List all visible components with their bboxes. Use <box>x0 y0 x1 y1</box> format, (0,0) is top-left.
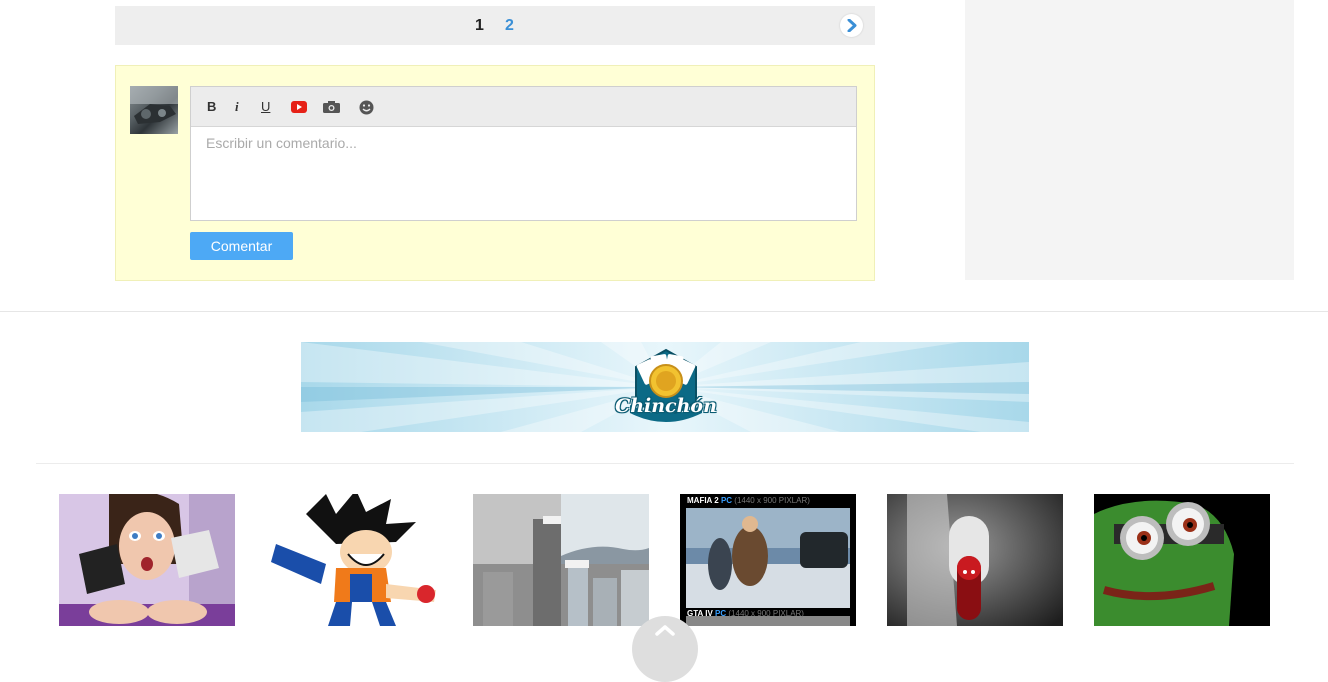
chinchon-logo-text: Chinchón <box>615 395 717 417</box>
chinchon-logo: Chinchón <box>614 347 718 429</box>
next-page-button[interactable] <box>840 14 863 37</box>
mafia-label: MAFIA 2 PC (1440 x 900 PIXLAR) <box>687 496 810 505</box>
chevron-right-icon <box>847 19 857 32</box>
italic-button[interactable]: i <box>235 99 239 115</box>
submit-comment-button[interactable]: Comentar <box>190 232 293 260</box>
page-1-current: 1 <box>475 17 484 34</box>
chevron-up-icon <box>655 625 675 636</box>
scroll-to-top-button[interactable] <box>632 616 698 682</box>
bold-button[interactable]: B <box>207 99 216 114</box>
user-avatar[interactable] <box>130 86 178 134</box>
editor-toolbar: B i U <box>191 87 856 127</box>
thumbnail-city[interactable] <box>473 494 649 626</box>
underline-button[interactable]: U <box>261 99 270 114</box>
youtube-icon[interactable] <box>291 100 307 118</box>
page-2-link[interactable]: 2 <box>505 17 514 35</box>
section-divider <box>36 463 1294 464</box>
comment-editor: B i U <box>190 86 857 221</box>
thumbnail-mafia-gta[interactable]: MAFIA 2 PC (1440 x 900 PIXLAR) GTA IV PC… <box>680 494 856 626</box>
pagination-bar: 1 2 <box>115 6 875 45</box>
chinchon-banner-ad[interactable]: Chinchón <box>301 342 1029 432</box>
thumbnail-gamer-girl[interactable] <box>59 494 235 626</box>
smiley-icon[interactable] <box>359 100 374 120</box>
gta-label: GTA IV PC (1440 x 900 PIXLAR) <box>687 609 804 618</box>
comment-textarea[interactable] <box>191 127 856 220</box>
thumbnail-goku[interactable] <box>266 494 442 626</box>
thumbnail-pill[interactable] <box>887 494 1063 626</box>
sidebar-panel <box>965 0 1294 280</box>
section-divider <box>0 311 1328 312</box>
comment-form: B i U Comentar <box>115 65 875 281</box>
thumbnail-pepe[interactable] <box>1094 494 1270 626</box>
camera-icon[interactable] <box>323 100 340 118</box>
